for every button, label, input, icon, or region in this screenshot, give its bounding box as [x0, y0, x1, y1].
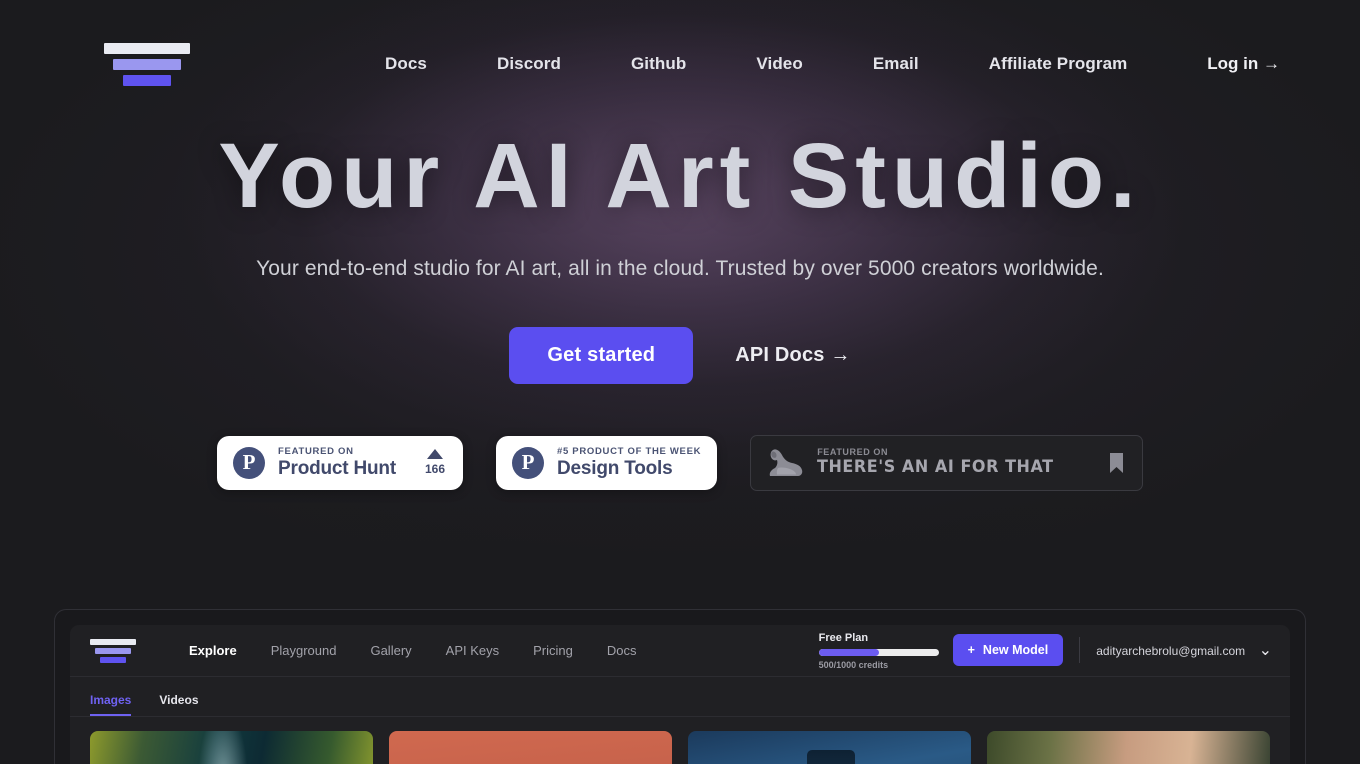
app-topbar: Explore Playground Gallery API Keys Pric…	[70, 625, 1290, 677]
new-model-button[interactable]: + New Model	[952, 634, 1064, 667]
nav-item-discord[interactable]: Discord	[462, 54, 596, 74]
content-tabs: Images Videos	[70, 677, 1290, 717]
product-hunt-title: Product Hunt	[278, 457, 396, 479]
app-window: Explore Playground Gallery API Keys Pric…	[70, 625, 1290, 764]
product-hunt-icon: P	[233, 446, 266, 479]
tab-images[interactable]: Images	[90, 693, 145, 716]
credits-progress-fill	[818, 649, 879, 657]
page-title: Your AI Art Studio.	[218, 125, 1142, 227]
nav-item-affiliate-program[interactable]: Affiliate Program	[954, 54, 1163, 74]
app-logo-bar-top	[90, 638, 136, 645]
thumbnail-item[interactable]	[688, 731, 971, 764]
logo-bar-bottom	[123, 74, 171, 86]
main-navigation: Docs Discord Github Video Email Affiliat…	[350, 54, 1162, 74]
badge-row: P FEATURED ON Product Hunt 166 P #5 PROD…	[0, 434, 1360, 491]
app-nav-pricing[interactable]: Pricing	[516, 643, 590, 658]
app-navigation: Explore Playground Gallery API Keys Pric…	[172, 643, 654, 658]
app-nav-api-keys[interactable]: API Keys	[429, 643, 516, 658]
app-topbar-right: Free Plan 500/1000 credits + New Model a…	[818, 631, 1272, 671]
plus-icon: +	[967, 643, 975, 658]
design-tools-badge[interactable]: P #5 PRODUCT OF THE WEEK Design Tools	[496, 435, 718, 490]
nav-item-github[interactable]: Github	[596, 54, 721, 74]
get-started-button[interactable]: Get started	[509, 326, 694, 384]
thumbnail-item[interactable]	[389, 731, 672, 764]
login-link[interactable]: Log in →	[1207, 54, 1280, 74]
thumbnail-item[interactable]	[90, 731, 373, 764]
user-email: adityarchebrolu@gmail.com	[1096, 644, 1246, 659]
tab-videos[interactable]: Videos	[145, 693, 212, 716]
cta-row: Get started API Docs →	[0, 326, 1360, 384]
credits-progress-bar	[818, 649, 939, 657]
logo-bar-top	[104, 42, 190, 54]
product-hunt-icon: P	[512, 446, 544, 479]
product-hunt-badge-text: FEATURED ON Product Hunt	[278, 446, 396, 480]
hero-subtitle: Your end-to-end studio for AI art, all i…	[256, 256, 1104, 280]
app-nav-gallery[interactable]: Gallery	[353, 643, 428, 658]
design-tools-badge-text: #5 PRODUCT OF THE WEEK Design Tools	[557, 446, 701, 480]
theres-an-ai-for-that-badge[interactable]: FEATURED ON THERE'S AN AI FOR THAT	[750, 434, 1143, 491]
upvote-count: 166	[424, 462, 445, 477]
app-logo-bar-bottom	[100, 656, 126, 663]
app-logo-bar-middle	[95, 647, 131, 654]
app-logo[interactable]	[90, 638, 136, 663]
stacked-bars-logo[interactable]	[104, 42, 190, 86]
api-docs-link[interactable]: API Docs →	[735, 344, 850, 367]
upvote-group[interactable]: 166	[425, 449, 445, 476]
chevron-down-icon: ⌄	[1258, 642, 1272, 660]
flexed-bicep-icon	[769, 448, 803, 476]
site-header: Docs Discord Github Video Email Affiliat…	[0, 0, 1360, 128]
bookmark-icon[interactable]	[1109, 452, 1124, 474]
product-hunt-badge[interactable]: P FEATURED ON Product Hunt 166	[217, 435, 463, 490]
nav-item-video[interactable]: Video	[721, 54, 837, 74]
design-tools-kicker: #5 PRODUCT OF THE WEEK	[557, 445, 702, 457]
design-tools-title: Design Tools	[557, 457, 673, 479]
thumbnail-item[interactable]	[987, 731, 1270, 764]
plan-name: Free Plan	[818, 631, 869, 644]
theres-an-ai-badge-text: FEATURED ON THERE'S AN AI FOR THAT	[817, 447, 1069, 478]
credits-label: 500/1000 credits	[818, 660, 889, 671]
theres-an-ai-title: THERE'S AN AI FOR THAT	[817, 457, 1054, 478]
app-nav-playground[interactable]: Playground	[254, 643, 354, 658]
app-nav-docs[interactable]: Docs	[590, 643, 654, 658]
plan-status: Free Plan 500/1000 credits	[818, 631, 939, 671]
app-nav-explore[interactable]: Explore	[172, 643, 254, 658]
account-menu[interactable]: adityarchebrolu@gmail.com ⌄	[1096, 640, 1272, 660]
product-hunt-kicker: FEATURED ON	[278, 445, 354, 457]
new-model-label: New Model	[982, 643, 1049, 658]
logo-bar-middle	[113, 58, 181, 70]
thumbnail-grid	[70, 717, 1290, 764]
app-preview-card: Explore Playground Gallery API Keys Pric…	[54, 609, 1306, 764]
topbar-divider	[1079, 637, 1081, 664]
nav-item-email[interactable]: Email	[838, 54, 954, 74]
upvote-triangle-icon	[426, 449, 443, 460]
nav-item-docs[interactable]: Docs	[350, 54, 462, 74]
